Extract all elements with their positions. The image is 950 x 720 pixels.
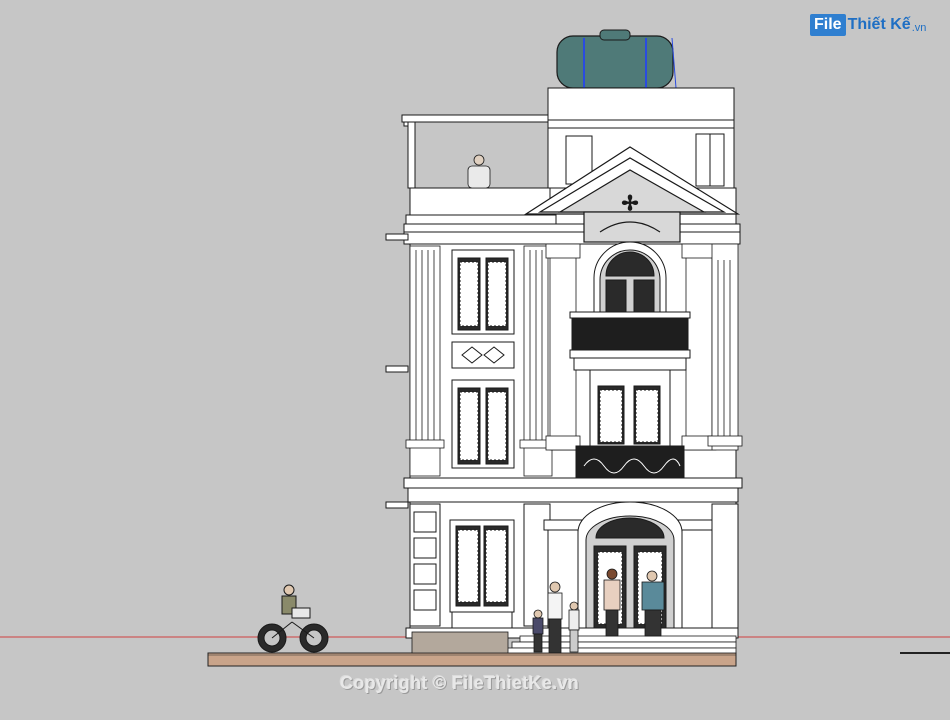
left-window-ground (409, 503, 551, 629)
cyclist (257, 584, 329, 653)
water-tank (556, 29, 677, 89)
watermark-logo: File Thiết Kế .vn (810, 10, 926, 40)
copyright-watermark: Copyright © FileThietKe.vn (340, 673, 580, 693)
upper-balcony (569, 311, 691, 371)
house-facade-drawing: ✢ (0, 29, 950, 667)
logo-domain-part: .vn (911, 21, 927, 34)
person-on-roof (467, 154, 491, 189)
logo-thietke-part: Thiết Kế (847, 16, 911, 33)
left-window-middle (451, 379, 515, 469)
left-window-upper (451, 249, 515, 369)
logo-file-part: File (810, 14, 846, 36)
svg-text:✢: ✢ (622, 191, 639, 215)
lower-balcony (575, 445, 685, 479)
center-window-middle (589, 369, 671, 447)
arched-window-upper (593, 241, 667, 319)
